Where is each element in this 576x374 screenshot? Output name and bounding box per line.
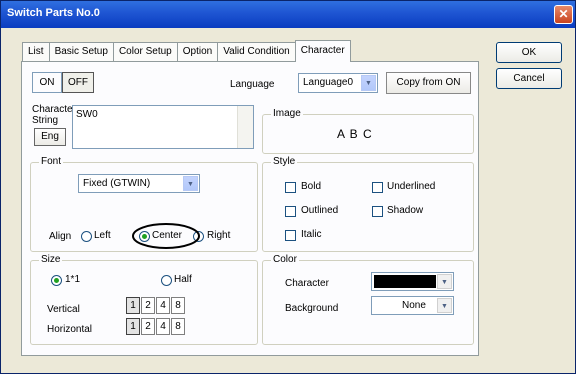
outlined-label: Outlined [301, 205, 339, 216]
horizontal-4-button[interactable]: 4 [156, 318, 170, 335]
tab-bar: List Basic Setup Color Setup Option Vali… [22, 40, 351, 62]
character-color-swatch [374, 275, 436, 288]
font-select[interactable]: Fixed (GTWIN) ▼ [78, 174, 200, 193]
chevron-down-icon: ▼ [437, 274, 452, 289]
horizontal-8-button[interactable]: 8 [171, 318, 185, 335]
size-1x1-radio[interactable] [51, 275, 62, 286]
vertical-1-button[interactable]: 1 [126, 297, 140, 314]
outlined-checkbox[interactable] [285, 206, 296, 217]
tab-list[interactable]: List [22, 42, 50, 61]
chevron-down-icon: ▼ [437, 298, 452, 313]
title-bar[interactable]: Switch Parts No.0 ✕ [1, 1, 575, 28]
eng-button[interactable]: Eng [34, 128, 66, 146]
vertical-label: Vertical [47, 304, 80, 315]
tab-basic-setup[interactable]: Basic Setup [48, 42, 114, 61]
align-label: Align [49, 231, 72, 242]
scrollbar[interactable] [237, 106, 253, 148]
tab-color-setup[interactable]: Color Setup [112, 42, 178, 61]
size-half-label: Half [174, 274, 192, 285]
cancel-button[interactable]: Cancel [496, 68, 562, 89]
character-color-select[interactable]: ▼ [371, 272, 454, 291]
italic-label: Italic [301, 229, 322, 240]
language-select[interactable]: Language0 ▼ [298, 73, 378, 93]
background-color-value: None [402, 300, 426, 311]
background-color-select[interactable]: None ▼ [371, 296, 454, 315]
horizontal-1-button[interactable]: 1 [126, 318, 140, 335]
font-group: Font Fixed (GTWIN) ▼ Align Left Center R… [30, 156, 258, 252]
character-string-label-2: String [32, 115, 59, 126]
underlined-label: Underlined [387, 181, 436, 192]
underlined-checkbox[interactable] [372, 182, 383, 193]
align-left-label: Left [94, 230, 111, 241]
image-group: Image A B C [262, 108, 474, 154]
align-right-label: Right [207, 230, 231, 241]
close-icon[interactable]: ✕ [554, 5, 573, 24]
off-button[interactable]: OFF [62, 72, 94, 93]
tab-valid-condition[interactable]: Valid Condition [217, 42, 296, 61]
dialog-window: Switch Parts No.0 ✕ List Basic Setup Col… [0, 0, 576, 374]
vertical-4-button[interactable]: 4 [156, 297, 170, 314]
chevron-down-icon: ▼ [183, 176, 198, 191]
ok-button[interactable]: OK [496, 42, 562, 63]
image-preview: A B C [337, 127, 373, 141]
highlight-ellipse [132, 223, 200, 249]
size-label: Size [39, 254, 63, 265]
language-label: Language [230, 79, 275, 90]
shadow-checkbox[interactable] [372, 206, 383, 217]
vertical-8-button[interactable]: 8 [171, 297, 185, 314]
language-value: Language0 [303, 77, 354, 88]
character-color-label: Character [285, 278, 329, 289]
font-value: Fixed (GTWIN) [83, 178, 151, 189]
italic-checkbox[interactable] [285, 230, 296, 241]
bold-label: Bold [301, 181, 322, 192]
background-color-label: Background [285, 303, 339, 314]
character-string-input[interactable]: SW0 [72, 105, 254, 149]
character-string-value: SW0 [76, 109, 98, 120]
chevron-down-icon: ▼ [361, 75, 376, 91]
font-label: Font [39, 156, 64, 167]
tab-character[interactable]: Character [294, 40, 351, 62]
align-left-radio[interactable] [81, 231, 92, 242]
vertical-2-button[interactable]: 2 [141, 297, 155, 314]
style-label: Style [271, 156, 298, 167]
bold-checkbox[interactable] [285, 182, 296, 193]
size-1x1-label: 1*1 [65, 274, 81, 285]
size-group: Size 1*1 Half Vertical 1 2 4 8 Horizonta… [30, 254, 258, 345]
image-label: Image [271, 108, 303, 119]
on-button[interactable]: ON [32, 72, 62, 93]
copy-from-on-button[interactable]: Copy from ON [386, 72, 471, 94]
size-half-radio[interactable] [161, 275, 172, 286]
tab-option[interactable]: Option [176, 42, 219, 61]
character-tab-panel: ON OFF Language Language0 ▼ Copy from ON… [21, 61, 479, 356]
color-label: Color [271, 254, 299, 265]
horizontal-label: Horizontal [47, 324, 93, 335]
horizontal-2-button[interactable]: 2 [141, 318, 155, 335]
color-group: Color Character ▼ Background None ▼ [262, 254, 474, 345]
style-group: Style Bold Underlined Outlined Shadow It… [262, 156, 474, 252]
shadow-label: Shadow [387, 205, 424, 216]
window-title: Switch Parts No.0 [7, 7, 100, 19]
character-string-label: Character [32, 104, 76, 115]
